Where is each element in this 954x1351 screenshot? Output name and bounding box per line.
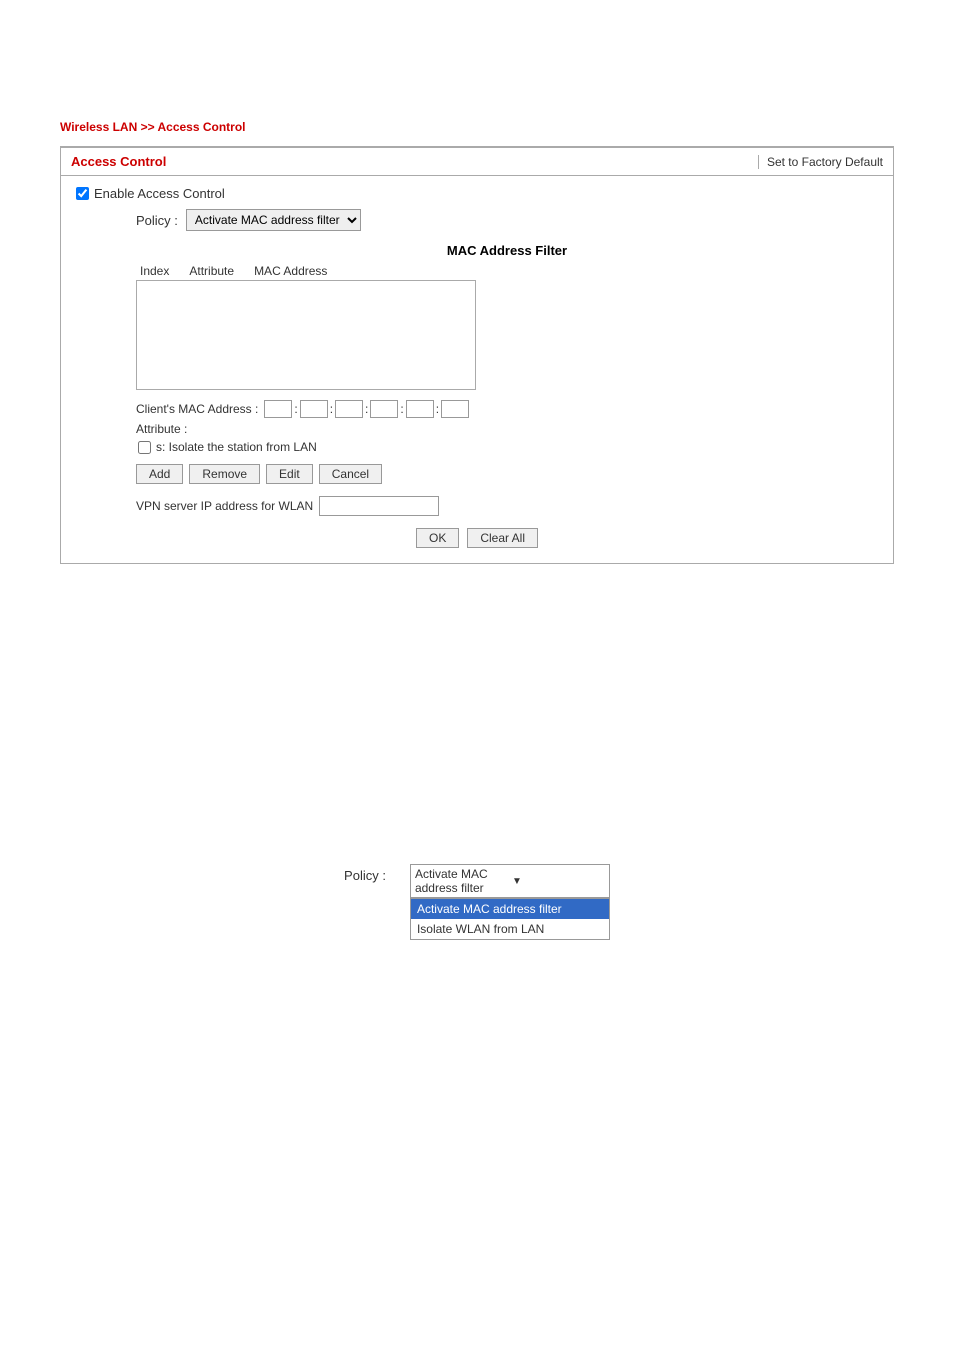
access-control-panel: Access Control Set to Factory Default En… xyxy=(60,147,894,564)
dropdown-policy-label: Policy : xyxy=(344,868,390,883)
attribute-label-row: Attribute : xyxy=(136,422,878,436)
mac-octet-2[interactable] xyxy=(300,400,328,418)
enable-access-control-label: Enable Access Control xyxy=(94,186,225,201)
dropdown-options: Activate MAC address filter Isolate WLAN… xyxy=(410,898,610,940)
cancel-button[interactable]: Cancel xyxy=(319,464,382,484)
isolate-station-checkbox[interactable] xyxy=(138,441,151,454)
ok-row: OK Clear All xyxy=(76,528,878,548)
col-mac-address: MAC Address xyxy=(254,264,327,278)
remove-button[interactable]: Remove xyxy=(189,464,260,484)
col-attribute: Attribute xyxy=(189,264,234,278)
mac-octet-5[interactable] xyxy=(406,400,434,418)
mac-octet-1[interactable] xyxy=(264,400,292,418)
dropdown-selected-text: Activate MAC address filter xyxy=(415,867,508,895)
enable-access-control-row: Enable Access Control xyxy=(76,186,878,201)
dropdown-demo-section: Policy : Activate MAC address filter ▼ A… xyxy=(60,864,894,898)
policy-label: Policy : xyxy=(136,213,178,228)
dropdown-arrow-icon: ▼ xyxy=(512,876,605,887)
add-button[interactable]: Add xyxy=(136,464,183,484)
panel-title: Access Control xyxy=(71,154,166,169)
dropdown-option-isolate[interactable]: Isolate WLAN from LAN xyxy=(411,919,609,939)
ok-button[interactable]: OK xyxy=(416,528,459,548)
mac-table-header: Index Attribute MAC Address xyxy=(136,264,878,278)
vpn-row: VPN server IP address for WLAN xyxy=(136,496,878,516)
col-index: Index xyxy=(140,264,169,278)
policy-row: Policy : Activate MAC address filterIsol… xyxy=(136,209,878,231)
dropdown-select-display[interactable]: Activate MAC address filter ▼ xyxy=(410,864,610,898)
enable-access-control-checkbox[interactable] xyxy=(76,187,89,200)
policy-select[interactable]: Activate MAC address filterIsolate WLAN … xyxy=(186,209,361,231)
edit-button[interactable]: Edit xyxy=(266,464,313,484)
mac-octet-3[interactable] xyxy=(335,400,363,418)
breadcrumb: Wireless LAN >> Access Control xyxy=(60,120,894,134)
set-factory-default-link[interactable]: Set to Factory Default xyxy=(758,155,883,169)
button-row: Add Remove Edit Cancel xyxy=(136,464,878,484)
mac-octet-6[interactable] xyxy=(441,400,469,418)
mac-octet-4[interactable] xyxy=(370,400,398,418)
client-mac-label: Client's MAC Address : xyxy=(136,402,258,416)
mac-filter-section: MAC Address Filter Index Attribute MAC A… xyxy=(136,243,878,516)
dropdown-container: Activate MAC address filter ▼ Activate M… xyxy=(410,864,610,898)
isolate-station-label: s: Isolate the station from LAN xyxy=(156,440,317,454)
attribute-checkbox-row: s: Isolate the station from LAN xyxy=(138,440,878,454)
dropdown-option-activate[interactable]: Activate MAC address filter xyxy=(411,899,609,919)
mac-table-body xyxy=(136,280,476,390)
vpn-label: VPN server IP address for WLAN xyxy=(136,499,313,513)
panel-body: Enable Access Control Policy : Activate … xyxy=(61,176,893,563)
mac-filter-title: MAC Address Filter xyxy=(136,243,878,258)
mac-input-group: : : : : : xyxy=(264,400,469,418)
client-mac-row: Client's MAC Address : : : : : : xyxy=(136,400,878,418)
clear-all-button[interactable]: Clear All xyxy=(467,528,538,548)
panel-header: Access Control Set to Factory Default xyxy=(61,148,893,176)
vpn-input[interactable] xyxy=(319,496,439,516)
